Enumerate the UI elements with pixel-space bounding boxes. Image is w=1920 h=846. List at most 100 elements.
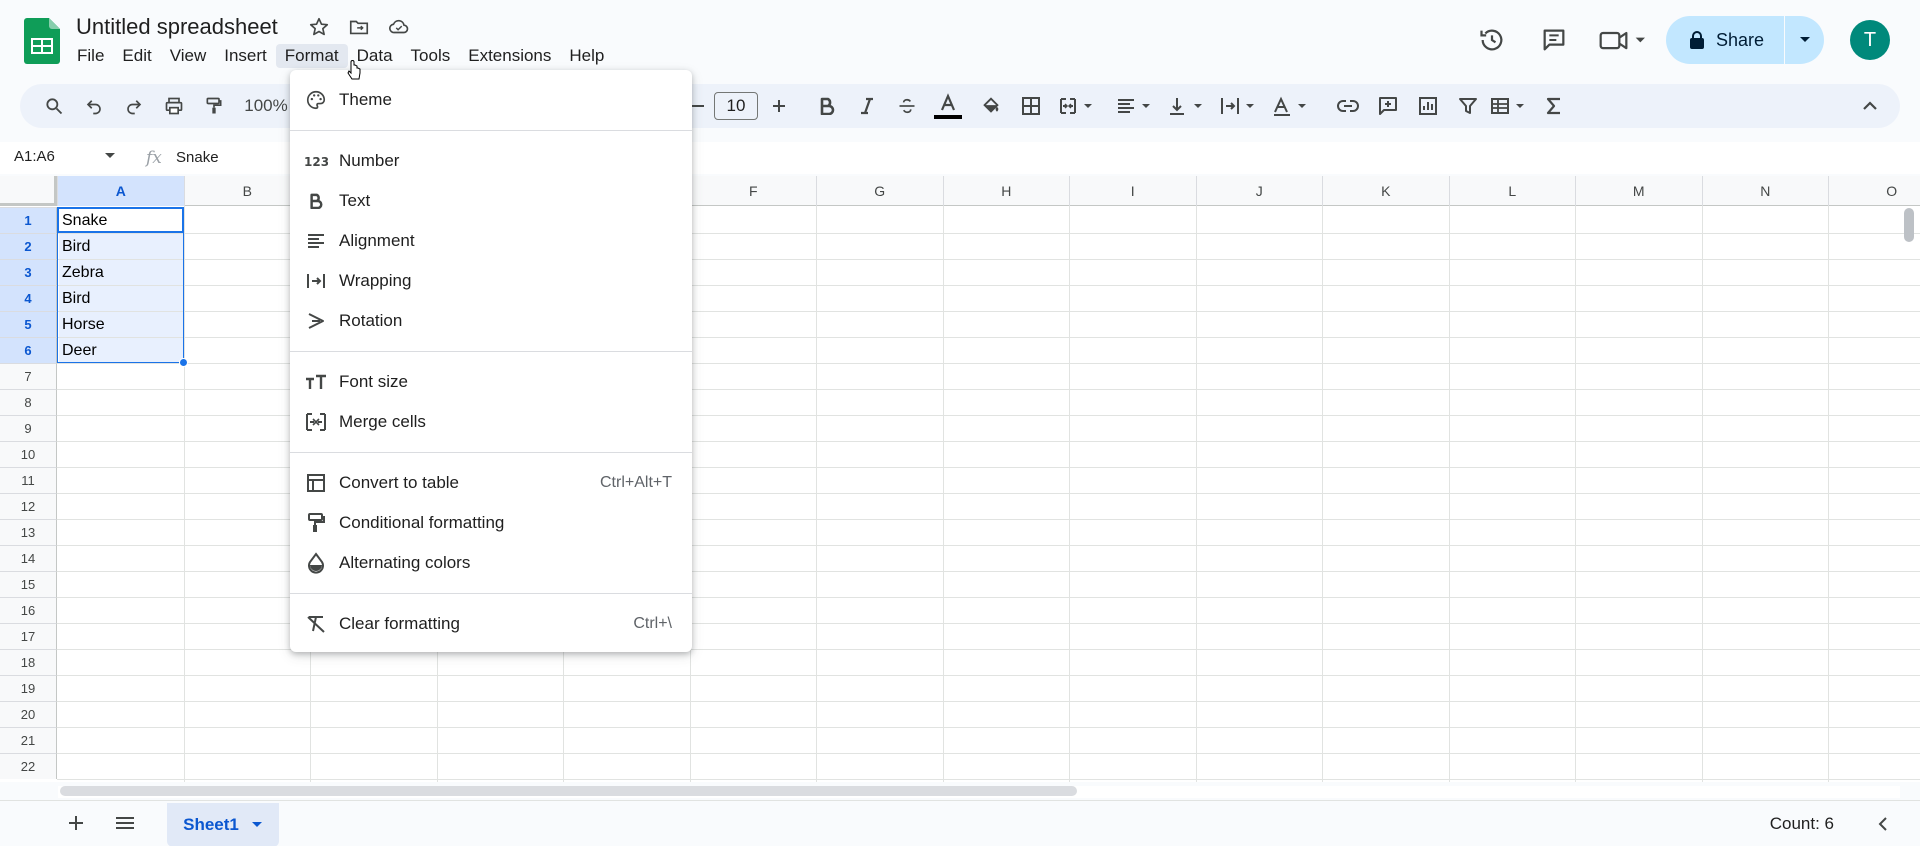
print-icon[interactable] bbox=[160, 84, 188, 128]
text-wrapping-icon[interactable] bbox=[1218, 84, 1262, 128]
collapse-toolbar-chevron-up-icon[interactable] bbox=[1856, 84, 1884, 128]
column-header-k[interactable]: K bbox=[1322, 176, 1449, 206]
table-view-icon[interactable] bbox=[1488, 84, 1532, 128]
star-icon[interactable] bbox=[306, 14, 332, 40]
share-button[interactable]: Share bbox=[1665, 16, 1824, 64]
row-header-3[interactable]: 3 bbox=[0, 259, 57, 285]
menu-item-alternating-colors[interactable]: Alternating colors bbox=[290, 545, 692, 581]
sheet-tab-caret-icon[interactable] bbox=[251, 821, 263, 829]
redo-icon[interactable] bbox=[120, 84, 148, 128]
strikethrough-icon[interactable] bbox=[892, 84, 922, 128]
insert-comment-icon[interactable] bbox=[1374, 84, 1402, 128]
menu-tools[interactable]: Tools bbox=[402, 44, 460, 68]
column-header-n[interactable]: N bbox=[1701, 176, 1829, 206]
column-header-j[interactable]: J bbox=[1195, 176, 1323, 206]
row-header-1[interactable]: 1 bbox=[0, 207, 57, 233]
row-header-22[interactable]: 22 bbox=[0, 753, 57, 779]
zoom-select[interactable]: 100% bbox=[242, 84, 290, 128]
row-header-16[interactable]: 16 bbox=[0, 597, 57, 623]
column-header-h[interactable]: H bbox=[942, 176, 1070, 206]
sheets-logo-icon[interactable] bbox=[24, 18, 60, 64]
selection-count[interactable]: Count: 6 bbox=[1770, 814, 1834, 834]
fill-color-icon[interactable] bbox=[976, 84, 1006, 128]
row-header-14[interactable]: 14 bbox=[0, 545, 57, 571]
formula-input[interactable]: Snake bbox=[176, 149, 219, 166]
menu-item-clear-formatting[interactable]: Clear formatting Ctrl+\ bbox=[290, 606, 692, 642]
filter-icon[interactable] bbox=[1454, 84, 1482, 128]
menu-item-font-size[interactable]: Font size bbox=[290, 364, 692, 400]
menu-item-theme[interactable]: Theme bbox=[290, 82, 692, 118]
row-header-4[interactable]: 4 bbox=[0, 285, 57, 311]
spreadsheet-grid[interactable]: ABCDEFGHIJKLMNO 123456789101112131415161… bbox=[0, 176, 1920, 782]
insert-chart-icon[interactable] bbox=[1414, 84, 1442, 128]
menu-item-rotation[interactable]: Rotation bbox=[290, 303, 692, 339]
menu-item-text[interactable]: Text bbox=[290, 183, 692, 219]
menu-format[interactable]: Format bbox=[275, 44, 348, 68]
menu-edit[interactable]: Edit bbox=[113, 44, 160, 68]
column-header-f[interactable]: F bbox=[689, 176, 817, 206]
select-all-corner[interactable] bbox=[0, 176, 57, 206]
row-header-12[interactable]: 12 bbox=[0, 493, 57, 519]
fill-handle[interactable] bbox=[179, 358, 188, 367]
row-header-13[interactable]: 13 bbox=[0, 519, 57, 545]
cloud-saved-icon[interactable] bbox=[386, 14, 412, 40]
menu-view[interactable]: View bbox=[161, 44, 216, 68]
row-header-8[interactable]: 8 bbox=[0, 389, 57, 415]
menu-item-alignment[interactable]: Alignment bbox=[290, 223, 692, 259]
menu-item-merge-cells[interactable]: Merge cells bbox=[290, 404, 692, 440]
row-header-2[interactable]: 2 bbox=[0, 233, 57, 259]
menu-extensions[interactable]: Extensions bbox=[459, 44, 560, 68]
merge-cells-icon[interactable] bbox=[1056, 84, 1100, 128]
insert-link-icon[interactable] bbox=[1334, 84, 1362, 128]
comments-icon[interactable] bbox=[1534, 20, 1574, 60]
document-title[interactable]: Untitled spreadsheet bbox=[76, 14, 278, 40]
all-sheets-menu-icon[interactable] bbox=[114, 813, 136, 838]
column-header-o[interactable]: O bbox=[1828, 176, 1920, 206]
menu-item-wrapping[interactable]: Wrapping bbox=[290, 263, 692, 299]
menu-item-number[interactable]: 123 Number bbox=[290, 143, 692, 179]
menu-item-convert-to-table[interactable]: Convert to table Ctrl+Alt+T bbox=[290, 465, 692, 501]
functions-sigma-icon[interactable] bbox=[1540, 84, 1568, 128]
name-box-caret-icon[interactable] bbox=[104, 152, 116, 160]
avatar[interactable]: T bbox=[1850, 20, 1890, 60]
font-size-input[interactable]: 10 bbox=[714, 92, 758, 120]
sheet-tab-sheet1[interactable]: Sheet1 bbox=[167, 803, 279, 846]
row-header-19[interactable]: 19 bbox=[0, 675, 57, 701]
undo-icon[interactable] bbox=[80, 84, 108, 128]
row-header-17[interactable]: 17 bbox=[0, 623, 57, 649]
vertical-scrollbar[interactable] bbox=[1904, 208, 1914, 242]
row-header-15[interactable]: 15 bbox=[0, 571, 57, 597]
row-header-5[interactable]: 5 bbox=[0, 311, 57, 337]
horizontal-align-icon[interactable] bbox=[1114, 84, 1158, 128]
row-header-9[interactable]: 9 bbox=[0, 415, 57, 441]
italic-icon[interactable] bbox=[852, 84, 882, 128]
column-header-m[interactable]: M bbox=[1575, 176, 1702, 206]
menu-file[interactable]: File bbox=[68, 44, 113, 68]
increase-font-size-icon[interactable] bbox=[766, 84, 792, 128]
menu-insert[interactable]: Insert bbox=[215, 44, 276, 68]
row-header-18[interactable]: 18 bbox=[0, 649, 57, 675]
row-header-7[interactable]: 7 bbox=[0, 363, 57, 389]
add-sheet-icon[interactable] bbox=[66, 813, 86, 838]
bold-icon[interactable] bbox=[812, 84, 842, 128]
search-menus-icon[interactable] bbox=[40, 84, 68, 128]
version-history-icon[interactable] bbox=[1472, 20, 1512, 60]
column-header-l[interactable]: L bbox=[1448, 176, 1576, 206]
horizontal-scrollbar[interactable] bbox=[60, 786, 1077, 796]
name-box[interactable]: A1:A6 bbox=[14, 148, 55, 165]
vertical-align-icon[interactable] bbox=[1166, 84, 1210, 128]
move-folder-icon[interactable] bbox=[346, 14, 372, 40]
row-header-20[interactable]: 20 bbox=[0, 701, 57, 727]
row-header-10[interactable]: 10 bbox=[0, 441, 57, 467]
text-color-icon[interactable] bbox=[932, 84, 964, 128]
row-header-11[interactable]: 11 bbox=[0, 467, 57, 493]
column-header-a[interactable]: A bbox=[57, 176, 184, 206]
meet-camera-icon[interactable] bbox=[1596, 20, 1652, 60]
menu-help[interactable]: Help bbox=[560, 44, 613, 68]
borders-icon[interactable] bbox=[1016, 84, 1046, 128]
column-header-g[interactable]: G bbox=[816, 176, 943, 206]
menu-item-conditional-formatting[interactable]: Conditional formatting bbox=[290, 505, 692, 541]
row-header-21[interactable]: 21 bbox=[0, 727, 57, 753]
side-panel-chevron-left-icon[interactable] bbox=[1878, 816, 1888, 837]
column-header-i[interactable]: I bbox=[1069, 176, 1196, 206]
